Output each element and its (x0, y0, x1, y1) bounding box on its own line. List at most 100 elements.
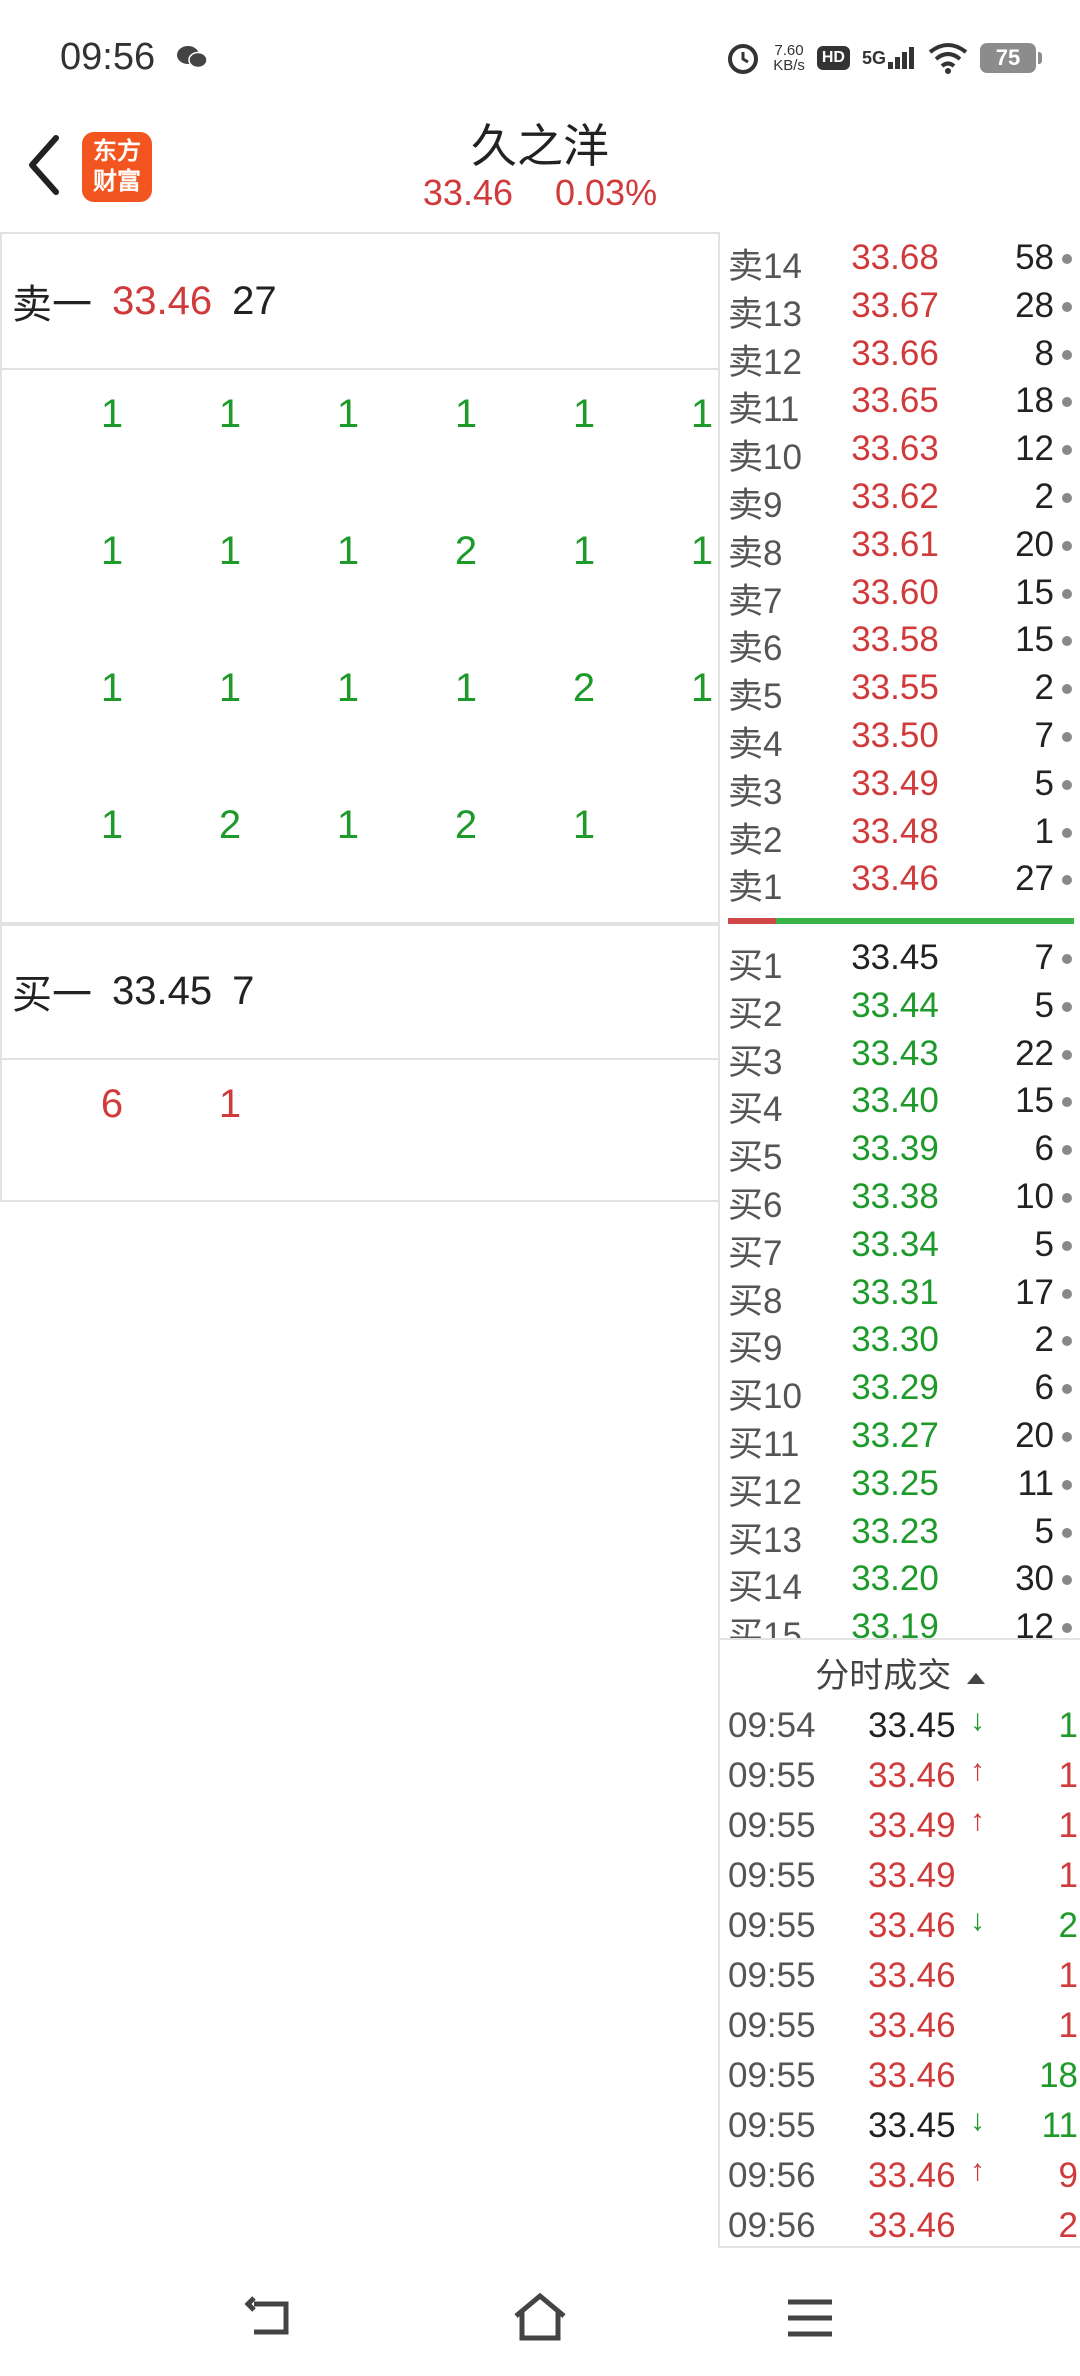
trade-price: 33.45 (868, 1706, 956, 1745)
status-bar: 09:56 7.60 KB/s HD 5G 75 (0, 0, 1080, 110)
bid-level-row[interactable]: 买1 33.45 7 (720, 934, 1080, 986)
sort-up-icon[interactable] (965, 1670, 987, 1686)
nav-menu-icon[interactable] (780, 2288, 840, 2348)
trade-time: 09:55 (728, 2106, 816, 2145)
queue-order-qty: 1 (100, 392, 124, 436)
system-nav-bar (0, 2260, 1080, 2376)
bid-level-qty: 10 (1015, 1177, 1054, 1216)
bid-level-qty: 30 (1015, 1559, 1054, 1599)
ask-level-qty: 20 (1015, 524, 1054, 564)
order-queue-panel: 卖一 33.46 27 11111111121111112112121 买一 3… (0, 232, 718, 1202)
ask-level-price: 33.46 (851, 859, 939, 899)
bid-level-row[interactable]: 买2 33.44 5 (720, 982, 1080, 1034)
nav-home-icon[interactable] (510, 2288, 570, 2348)
bid-level-price: 33.43 (851, 1033, 939, 1073)
indicator-dot-icon (1062, 732, 1072, 742)
trade-volume: 9 (1058, 2156, 1078, 2195)
bid-level-row[interactable]: 买4 33.40 15 (720, 1077, 1080, 1129)
bid-level-row[interactable]: 买8 33.31 17 (720, 1269, 1080, 1321)
ask-level-row[interactable]: 卖4 33.50 7 (720, 712, 1080, 764)
ask-level-qty: 12 (1015, 429, 1054, 469)
trade-row: 09:55 33.46 1 (720, 2002, 1080, 2052)
stock-name: 久之洋 (471, 120, 609, 172)
ask-level-row[interactable]: 卖5 33.55 2 (720, 664, 1080, 716)
trade-volume: 2 (1058, 1906, 1078, 1945)
ask-level-price: 33.48 (851, 811, 939, 851)
trade-volume: 1 (1058, 1856, 1078, 1895)
bid-level-row[interactable]: 买15 33.19 12 (720, 1603, 1080, 1638)
bid-level-row[interactable]: 买12 33.25 11 (720, 1460, 1080, 1512)
indicator-dot-icon (1062, 540, 1072, 551)
trade-price: 33.46 (868, 1756, 956, 1795)
speed-value: 7.60 (774, 42, 804, 59)
trade-time: 09:54 (728, 1706, 816, 1745)
bid-level-price: 33.27 (851, 1416, 939, 1455)
stock-quote: 33.46 0.03% (0, 172, 1080, 214)
ask-level-row[interactable]: 卖9 33.62 2 (720, 473, 1080, 525)
tick-trades-panel[interactable]: 分时成交 09:54 33.45 ↓ 1 09:55 33.46 ↑ 1 09:55 33.49 ↑… (718, 1638, 1080, 2248)
bid-level-row[interactable]: 买9 33.30 2 (720, 1316, 1080, 1368)
order-book-depth[interactable]: 卖14 33.68 58 卖13 33.67 28 卖12 33.66 8 卖11 33.65 18 卖… (718, 232, 1080, 1638)
trade-volume: 1 (1058, 1806, 1078, 1845)
ask1-level-row[interactable]: 卖一 33.46 27 (0, 232, 718, 370)
bid-level-qty: 2 (1034, 1320, 1054, 1360)
ask-level-row[interactable]: 卖12 33.66 8 (720, 330, 1080, 382)
bid-level-row[interactable]: 买7 33.34 5 (720, 1221, 1080, 1273)
ask-level-row[interactable]: 卖1 33.46 27 (720, 855, 1080, 907)
bid-level-row[interactable]: 买5 33.39 6 (720, 1125, 1080, 1177)
bid-level-row[interactable]: 买11 33.27 20 (720, 1412, 1080, 1464)
bid-level-qty: 22 (1015, 1033, 1054, 1073)
trade-price: 33.49 (868, 1856, 956, 1895)
ask-level-row[interactable]: 卖7 33.60 15 (720, 569, 1080, 621)
queue-order-qty: 2 (572, 666, 596, 710)
indicator-dot-icon (1062, 1240, 1072, 1251)
trade-row: 09:54 33.45 ↓ 1 (720, 1702, 1080, 1752)
ask-level-row[interactable]: 卖8 33.61 20 (720, 521, 1080, 573)
indicator-dot-icon (1062, 397, 1072, 408)
ask1-qty: 27 (232, 278, 277, 323)
bid-level-price: 33.34 (851, 1224, 939, 1264)
ask-level-row[interactable]: 卖3 33.49 5 (720, 760, 1080, 812)
ask-level-price: 33.63 (851, 429, 939, 469)
stock-change: 0.03% (555, 172, 658, 213)
ask-level-row[interactable]: 卖13 33.67 28 (720, 282, 1080, 334)
indicator-dot-icon (1062, 1432, 1072, 1442)
queue-order-qty: 1 (218, 666, 242, 710)
queue-order-qty: 1 (336, 666, 360, 710)
ask-level-qty: 8 (1034, 333, 1054, 373)
indicator-dot-icon (1062, 954, 1072, 964)
ask-level-row[interactable]: 卖10 33.63 12 (720, 425, 1080, 477)
bid-level-qty: 17 (1015, 1272, 1054, 1312)
bid-level-row[interactable]: 买3 33.43 22 (720, 1030, 1080, 1082)
queue-order-qty: 1 (336, 529, 360, 573)
ask-level-row[interactable]: 卖2 33.48 1 (720, 808, 1080, 860)
indicator-dot-icon (1062, 254, 1072, 264)
trade-price: 33.46 (868, 2156, 956, 2195)
ask-level-row[interactable]: 卖14 33.68 58 (720, 234, 1080, 286)
nav-back-icon[interactable] (240, 2288, 300, 2348)
ask-level-qty: 2 (1034, 477, 1054, 516)
indicator-dot-icon (1062, 827, 1072, 838)
network-type: 5G (861, 48, 886, 68)
bid-level-row[interactable]: 买13 33.23 5 (720, 1508, 1080, 1560)
ask-level-row[interactable]: 卖11 33.65 18 (720, 377, 1080, 429)
bid-level-qty: 11 (1017, 1463, 1054, 1503)
signal-bars-icon (888, 47, 914, 69)
trades-header[interactable]: 分时成交 (720, 1648, 1080, 1697)
queue-order-qty: 1 (218, 392, 242, 436)
ask-level-qty: 15 (1015, 620, 1054, 660)
ask-level-price: 33.50 (851, 716, 939, 755)
queue-order-qty: 2 (218, 803, 242, 847)
ask-level-row[interactable]: 卖6 33.58 15 (720, 616, 1080, 668)
bid-level-row[interactable]: 买6 33.38 10 (720, 1173, 1080, 1225)
bid1-level-row[interactable]: 买一 33.45 7 (0, 922, 718, 1060)
bid-level-row[interactable]: 买10 33.29 6 (720, 1364, 1080, 1416)
trade-price: 33.46 (868, 1956, 956, 1995)
trade-row: 09:56 33.46 ↑ 9 (720, 2152, 1080, 2202)
battery-icon: 75 (980, 43, 1042, 73)
indicator-dot-icon (1062, 1049, 1072, 1060)
trade-time: 09:55 (728, 1906, 816, 1945)
indicator-dot-icon (1062, 1527, 1072, 1538)
bid-level-row[interactable]: 买14 33.20 30 (720, 1555, 1080, 1607)
trade-price: 33.45 (868, 2106, 956, 2145)
